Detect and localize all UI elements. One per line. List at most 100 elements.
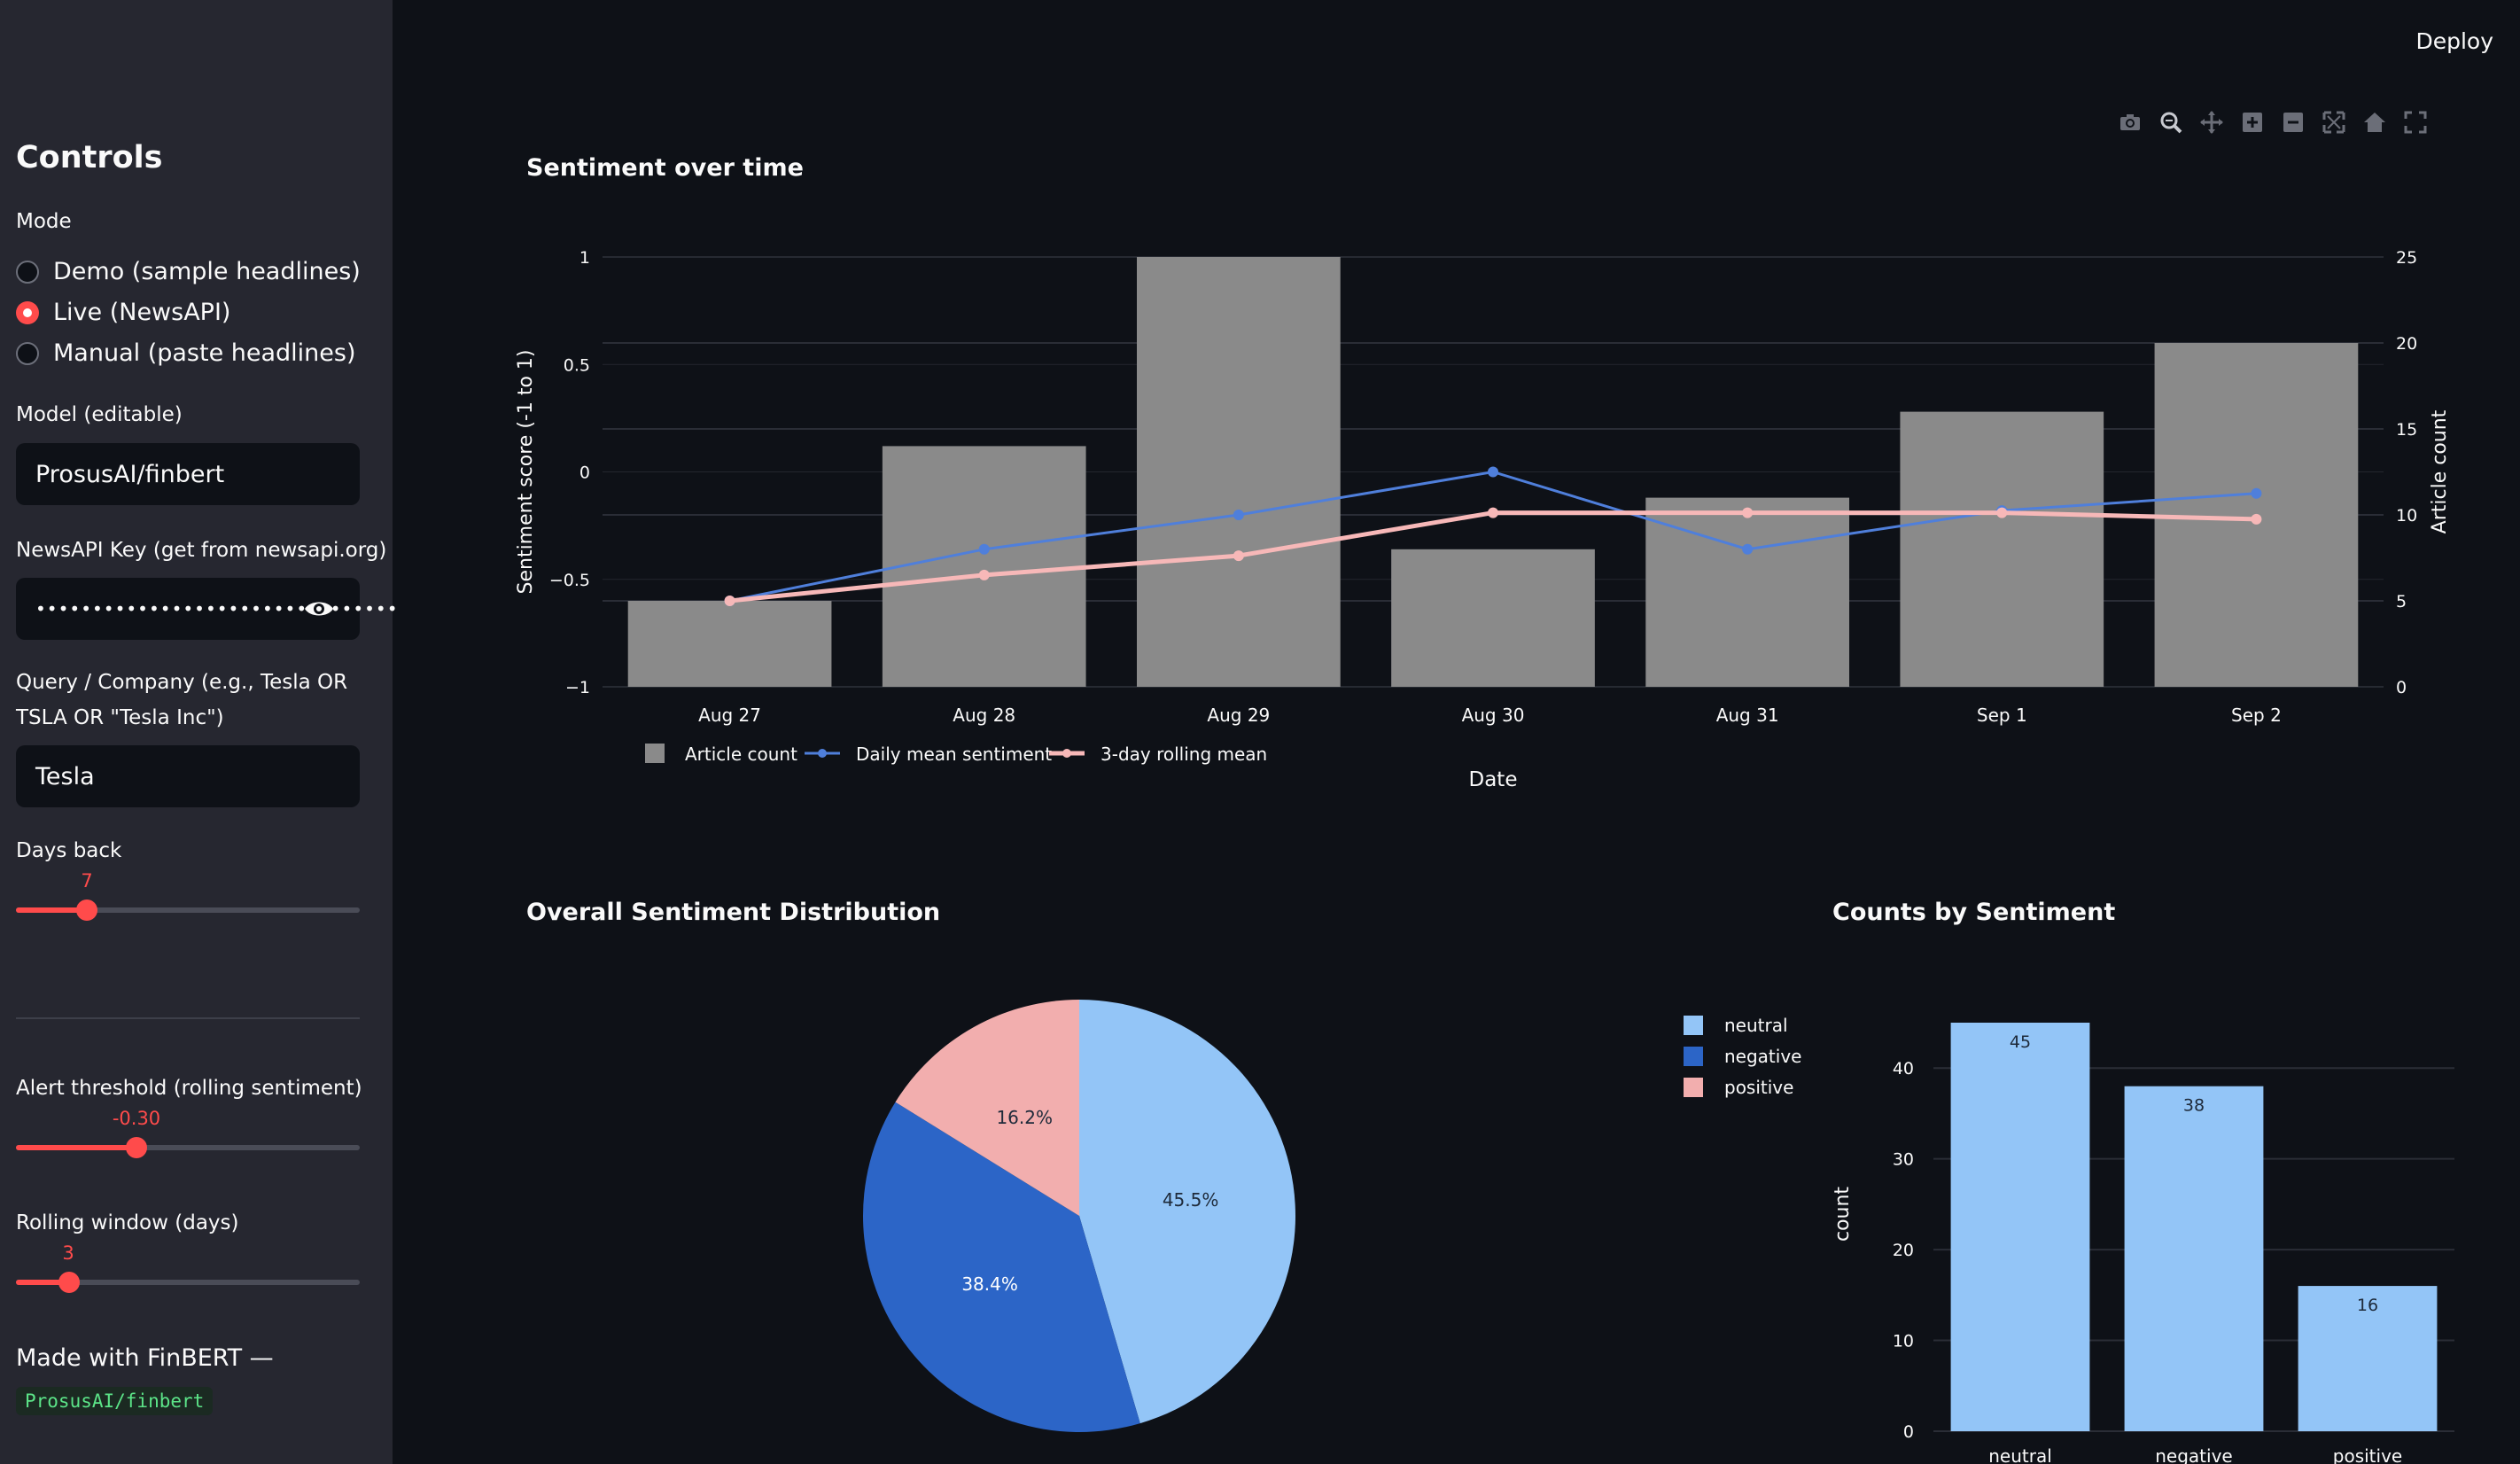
mode-radio-demo[interactable]: Demo (sample headlines) [16, 258, 361, 285]
y-tick-label: 1 [579, 248, 590, 268]
rolling-mean-sentiment-point [1742, 507, 1754, 518]
alert-threshold-label: Alert threshold (rolling sentiment) [16, 1077, 362, 1100]
deploy-button[interactable]: Deploy [2415, 28, 2493, 54]
y-axis-title: count [1832, 1187, 1854, 1242]
y-tick-label: 0 [1903, 1422, 1914, 1442]
article-count-bar [627, 601, 832, 687]
x-tick-label: negative [2155, 1445, 2232, 1464]
slider-thumb[interactable] [76, 899, 97, 921]
sidebar: Controls Mode Demo (sample headlines) Li… [0, 0, 398, 1464]
model-input-value: ProsusAI/finbert [35, 460, 225, 488]
autoscale-icon[interactable] [2322, 110, 2346, 138]
x-axis-title: Date [1469, 768, 1518, 791]
daily-mean-sentiment-point [978, 543, 990, 555]
sentiment-over-time-chart[interactable]: 1 0.5 0 −0.5 −1 25 20 15 10 5 0 Aug 27 Aug 28 Aug 29 A… [514, 222, 2499, 806]
article-count-bar [882, 446, 1086, 687]
legend-label: neutral [1724, 1015, 1788, 1036]
pie-slice-label: 45.5% [1163, 1189, 1219, 1211]
fullscreen-icon[interactable] [2403, 110, 2428, 138]
sidebar-divider [16, 1017, 360, 1019]
zoom-out-icon[interactable] [2281, 110, 2306, 138]
rolling-mean-sentiment-point [1233, 550, 1244, 562]
query-label-line1: Query / Company (e.g., Tesla OR [16, 671, 348, 694]
daily-mean-sentiment-point [2251, 487, 2262, 499]
legend-label: Daily mean sentiment [856, 744, 1052, 765]
legend-label: positive [1724, 1077, 1793, 1098]
count-bar-value: 16 [2357, 1296, 2378, 1315]
reset-axes-icon[interactable] [2362, 110, 2387, 138]
footer-code: ProsusAI/finbert [16, 1387, 214, 1415]
slider-thumb[interactable] [58, 1272, 80, 1293]
rolling-mean-sentiment-point [978, 569, 990, 580]
pan-icon[interactable] [2199, 110, 2224, 138]
radio-label: Live (NewsAPI) [53, 299, 231, 326]
y-tick-label: −1 [565, 678, 590, 697]
query-label-line2: TSLA OR "Tesla Inc") [16, 706, 224, 729]
y-tick-label: 30 [1893, 1150, 1914, 1170]
legend-swatch-positive [1684, 1078, 1703, 1097]
eye-icon[interactable] [303, 597, 335, 627]
article-count-bar [1900, 411, 2104, 687]
y2-tick-label: 0 [2396, 678, 2407, 697]
api-key-input[interactable]: •••••••••••••••••••••••••••••••• [16, 578, 398, 640]
days-back-slider[interactable] [16, 899, 360, 921]
y-tick-label: 40 [1893, 1059, 1914, 1079]
x-tick-label: Sep 1 [1977, 705, 2027, 726]
zoom-in-icon[interactable] [2240, 110, 2265, 138]
api-key-value: •••••••••••••••••••••••••••••••• [35, 598, 399, 619]
article-count-bar [1137, 257, 1341, 687]
rolling-mean-sentiment-point [2251, 513, 2262, 525]
y-axis-title: Sentiment score (-1 to 1) [515, 350, 537, 595]
model-label: Model (editable) [16, 403, 183, 426]
zoom-icon[interactable] [2158, 110, 2183, 138]
legend-marker-rolling [1062, 749, 1071, 758]
y-tick-label: 0.5 [564, 355, 590, 375]
radio-circle[interactable] [16, 341, 39, 365]
radio-circle-selected[interactable] [16, 300, 39, 324]
alert-threshold-value: -0.30 [112, 1108, 161, 1129]
y-tick-label: 10 [1893, 1332, 1914, 1351]
slider-fill [16, 1145, 136, 1150]
rolling-mean-sentiment-point [1996, 507, 2008, 518]
mode-radio-live[interactable]: Live (NewsAPI) [16, 299, 230, 326]
query-input[interactable]: Tesla [16, 745, 360, 807]
radio-circle[interactable] [16, 260, 39, 284]
days-back-value: 7 [81, 870, 93, 892]
y2-axis-title: Article count [2429, 409, 2451, 533]
radio-label: Demo (sample headlines) [53, 258, 361, 285]
legend-label: Article count [685, 744, 797, 765]
legend-swatch-neutral [1684, 1016, 1703, 1035]
x-tick-label: positive [2333, 1445, 2402, 1464]
pie-slice-label: 38.4% [961, 1273, 1018, 1295]
sentiment-over-time-title: Sentiment over time [526, 154, 804, 182]
sentiment-distribution-chart[interactable]: 45.5% 38.4% 16.2% neutral negative positive [514, 957, 1825, 1464]
count-bar-value: 45 [2010, 1032, 2031, 1052]
rolling-window-slider[interactable] [16, 1272, 360, 1293]
alert-threshold-slider[interactable] [16, 1137, 360, 1158]
slider-thumb[interactable] [126, 1137, 147, 1158]
article-count-bar [1645, 497, 1849, 687]
rolling-mean-sentiment-point [724, 596, 735, 606]
legend-swatch-article-count [645, 744, 665, 763]
radio-label: Manual (paste headlines) [53, 339, 356, 367]
pie-slice-label: 16.2% [996, 1107, 1053, 1128]
y2-tick-label: 5 [2396, 592, 2407, 611]
count-bar-value: 38 [2183, 1096, 2205, 1116]
chart-toolbar [2118, 110, 2428, 138]
legend-label: negative [1724, 1046, 1801, 1067]
mode-radio-manual[interactable]: Manual (paste headlines) [16, 339, 356, 367]
y2-tick-label: 15 [2396, 420, 2417, 440]
legend-label: 3-day rolling mean [1101, 744, 1267, 765]
query-input-value: Tesla [35, 762, 95, 790]
mode-label: Mode [16, 210, 72, 233]
camera-icon[interactable] [2118, 110, 2143, 138]
model-input[interactable]: ProsusAI/finbert [16, 443, 360, 505]
api-key-label: NewsAPI Key (get from newsapi.org) [16, 539, 387, 562]
footer-text: Made with FinBERT — [16, 1344, 274, 1372]
rolling-window-value: 3 [62, 1242, 74, 1264]
x-tick-label: Aug 31 [1716, 705, 1779, 726]
daily-mean-sentiment-point [1488, 466, 1498, 478]
legend-marker-daily [818, 749, 827, 758]
counts-by-sentiment-chart[interactable]: 40 30 20 10 0 count 45 neutral 38 negative 16 posit… [1825, 957, 2520, 1464]
y-tick-label: −0.5 [549, 571, 590, 590]
